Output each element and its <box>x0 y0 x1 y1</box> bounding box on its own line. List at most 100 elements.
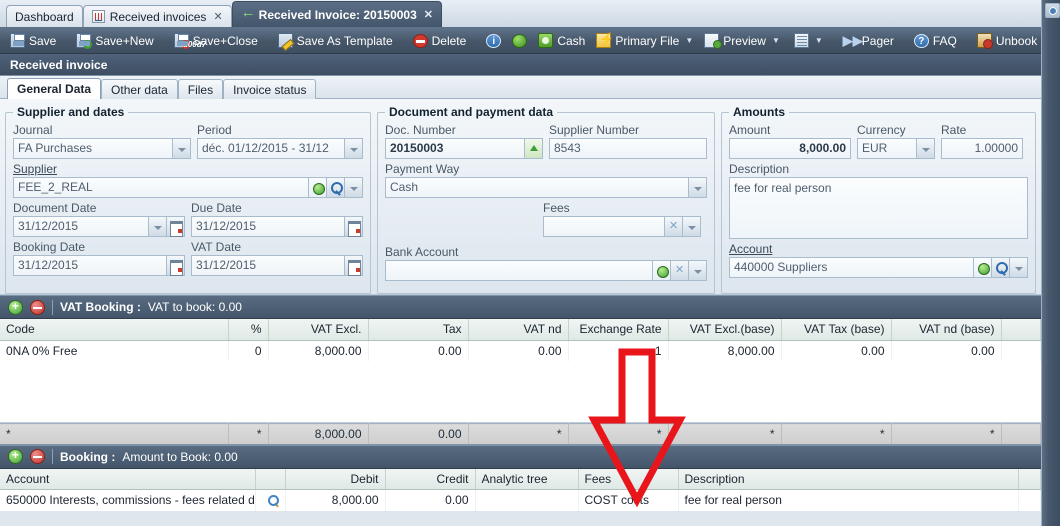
supplier-number-field[interactable]: 8543 <box>549 138 707 159</box>
window-tab-dashboard[interactable]: Dashboard <box>6 5 83 27</box>
chevron-down-icon[interactable] <box>173 138 191 159</box>
amount-field[interactable]: 8,000.00 <box>729 138 851 159</box>
calendar-icon[interactable] <box>345 255 363 276</box>
table-row[interactable]: 650000 Interests, commissions - fees rel… <box>0 489 1041 511</box>
currency-field[interactable]: EUR <box>857 138 935 159</box>
vat-col-vat-excl-base[interactable]: VAT Excl.(base) <box>668 319 782 341</box>
chevron-down-icon[interactable] <box>345 177 363 198</box>
remove-row-icon[interactable] <box>30 449 45 464</box>
chevron-down-icon[interactable] <box>1010 257 1028 278</box>
add-row-icon[interactable] <box>8 299 23 315</box>
chevron-down-icon[interactable] <box>149 216 167 237</box>
primary-file-button[interactable]: Primary File ▼ <box>592 31 697 51</box>
chevron-down-icon[interactable]: ▼ <box>685 36 693 45</box>
remove-row-icon[interactable] <box>30 299 45 315</box>
save-as-template-button[interactable]: Save As Template <box>274 31 397 51</box>
tab-other-data[interactable]: Other data <box>101 79 178 99</box>
search-icon[interactable] <box>992 257 1010 278</box>
delete-button[interactable]: Delete <box>409 31 471 51</box>
close-icon[interactable]: ✕ <box>213 10 222 23</box>
document-date-input[interactable]: 31/12/2015 <box>13 216 149 237</box>
booking-date-input[interactable]: 31/12/2015 <box>13 255 167 276</box>
booking-date-field[interactable]: 31/12/2015 <box>13 255 185 276</box>
vat-col-exchange-rate[interactable]: Exchange Rate <box>568 319 669 341</box>
save-new-button[interactable]: + Save+New <box>72 31 157 51</box>
period-field[interactable]: déc. 01/12/2015 - 31/12 <box>197 138 363 159</box>
document-date-field[interactable]: 31/12/2015 <box>13 216 185 237</box>
info-button[interactable]: i <box>482 31 505 51</box>
pager-button[interactable]: ▶▶ Pager <box>839 31 898 51</box>
supplier-number-input[interactable]: 8543 <box>549 138 707 159</box>
vat-col-vat-nd[interactable]: VAT nd <box>468 319 569 341</box>
supplier-input[interactable]: FEE_2_REAL <box>13 177 309 198</box>
add-row-icon[interactable] <box>8 448 23 464</box>
bank-account-field[interactable] <box>385 260 707 281</box>
due-date-field[interactable]: 31/12/2015 <box>191 216 363 237</box>
bank-account-input[interactable] <box>385 260 653 281</box>
calendar-icon[interactable] <box>167 216 185 237</box>
cash-button[interactable]: Cash <box>534 31 589 51</box>
vat-col-pct[interactable]: % <box>228 319 269 341</box>
account-field[interactable]: 440000 Suppliers <box>729 257 1028 278</box>
vat-col-vat-tax-base[interactable]: VAT Tax (base) <box>781 319 892 341</box>
tab-general-data[interactable]: General Data <box>7 78 102 99</box>
save-button[interactable]: Save <box>6 31 60 51</box>
payment-way-field[interactable]: Cash <box>385 177 707 198</box>
journal-input[interactable]: FA Purchases <box>13 138 173 159</box>
faq-button[interactable]: ? FAQ <box>910 31 961 51</box>
chevron-down-icon[interactable] <box>689 177 707 198</box>
account-input[interactable]: 440000 Suppliers <box>729 257 974 278</box>
fees-input[interactable] <box>543 216 665 237</box>
chevron-down-icon[interactable] <box>689 260 707 281</box>
vat-col-vat-nd-base[interactable]: VAT nd (base) <box>891 319 1002 341</box>
rate-input[interactable]: 1.00000 <box>941 138 1023 159</box>
panel-toggle-icon[interactable] <box>1045 3 1060 18</box>
vat-date-input[interactable]: 31/12/2015 <box>191 255 345 276</box>
globe-button[interactable] <box>508 31 531 51</box>
currency-input[interactable]: EUR <box>857 138 917 159</box>
period-input[interactable]: déc. 01/12/2015 - 31/12 <box>197 138 345 159</box>
calendar-icon[interactable] <box>167 255 185 276</box>
tab-invoice-status[interactable]: Invoice status <box>223 79 317 99</box>
search-icon[interactable] <box>327 177 345 198</box>
add-icon[interactable] <box>653 260 671 281</box>
rate-field[interactable]: 1.00000 <box>941 138 1023 159</box>
vat-col-code[interactable]: Code <box>0 319 229 341</box>
table-row[interactable]: 0NA 0% Free 0 8,000.00 0.00 0.00 1 8,000… <box>0 340 1041 361</box>
booking-col-analytic-tree[interactable]: Analytic tree <box>475 468 579 490</box>
window-tab-received-invoices[interactable]: Received invoices ✕ <box>82 5 232 27</box>
vat-col-tax[interactable]: Tax <box>368 319 469 341</box>
search-icon[interactable] <box>267 494 279 507</box>
payment-way-input[interactable]: Cash <box>385 177 689 198</box>
fees-field[interactable] <box>543 216 701 237</box>
add-icon[interactable] <box>309 177 327 198</box>
booking-col-debit[interactable]: Debit <box>285 468 386 490</box>
chevron-down-icon[interactable] <box>345 138 363 159</box>
journal-field[interactable]: FA Purchases <box>13 138 191 159</box>
clear-icon[interactable] <box>665 216 683 237</box>
grid-options-button[interactable]: ▼ <box>790 31 827 51</box>
add-icon[interactable] <box>974 257 992 278</box>
chevron-down-icon[interactable]: ▼ <box>772 36 780 45</box>
tab-files[interactable]: Files <box>177 79 224 99</box>
vat-date-field[interactable]: 31/12/2015 <box>191 255 363 276</box>
calendar-icon[interactable] <box>345 216 363 237</box>
clear-icon[interactable] <box>671 260 689 281</box>
amount-input[interactable]: 8,000.00 <box>729 138 851 159</box>
preview-button[interactable]: Preview ▼ <box>700 31 784 51</box>
due-date-input[interactable]: 31/12/2015 <box>191 216 345 237</box>
chevron-down-icon[interactable] <box>917 138 935 159</box>
save-close-button[interactable]: \u00d7 Save+Close <box>170 31 262 51</box>
chevron-down-icon[interactable] <box>683 216 701 237</box>
window-tab-received-invoice-20150003[interactable]: Received Invoice: 20150003 ✕ <box>231 1 442 27</box>
doc-number-input[interactable]: 20150003 <box>385 138 525 159</box>
close-icon[interactable]: ✕ <box>424 8 433 21</box>
booking-cell-lookup[interactable] <box>255 489 286 511</box>
increment-icon[interactable] <box>525 138 543 159</box>
description-textarea[interactable]: fee for real person <box>729 177 1028 239</box>
booking-col-credit[interactable]: Credit <box>385 468 476 490</box>
supplier-field[interactable]: FEE_2_REAL <box>13 177 363 198</box>
vat-col-vat-excl[interactable]: VAT Excl. <box>268 319 369 341</box>
chevron-down-icon[interactable]: ▼ <box>815 36 823 45</box>
booking-col-fees[interactable]: Fees <box>578 468 679 490</box>
